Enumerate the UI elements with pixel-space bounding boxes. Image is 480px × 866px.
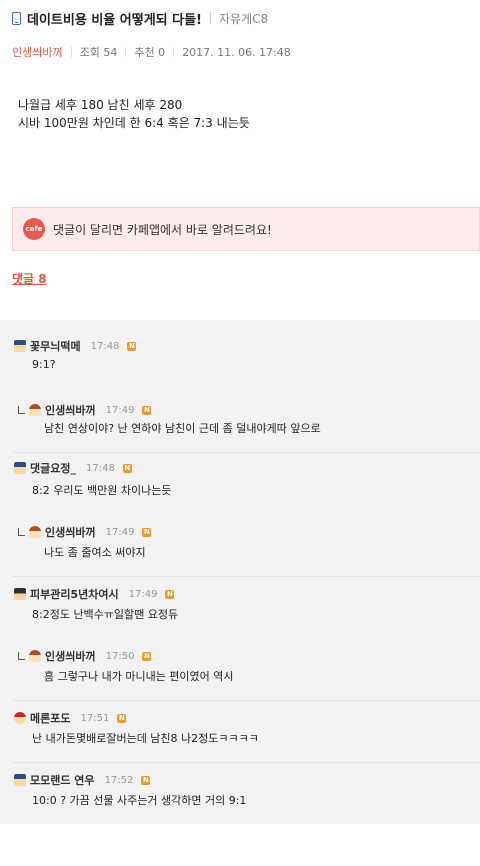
view-count: 조회 54 <box>79 46 118 59</box>
comment-head: 댓글요정_ 17:48 N <box>14 460 132 476</box>
comments-count-link[interactable]: 댓글 8 <box>12 270 47 287</box>
comment-nick[interactable]: 인생씌바꺼 <box>45 648 96 664</box>
reply-arrow-icon <box>18 652 25 660</box>
post-author[interactable]: 인생씌바꺼 <box>12 44 63 60</box>
new-badge-icon: N <box>141 775 151 785</box>
new-badge-icon: N <box>142 527 152 537</box>
avatar-icon <box>14 340 26 352</box>
like-count: 추천 0 <box>134 46 166 59</box>
comment-list: 꽃무늬떡메 17:48 N 9:1? 인생씌바꺼 17:49 N 남친 연상이야… <box>0 320 480 824</box>
post-body-line: 시바 100만원 차인데 한 6:4 혹은 7:3 내는듯 <box>18 116 250 130</box>
comment-text: 8:2 우리도 백만원 차이나는듯 <box>32 484 172 497</box>
post-body: 나월급 세후 180 남친 세후 280 시바 100만원 차인데 한 6:4 … <box>18 96 250 132</box>
comment-time: 17:48 <box>85 462 115 474</box>
cafe-logo-icon: cafe <box>23 218 45 240</box>
comment-nick[interactable]: 메론포도 <box>30 710 70 726</box>
avatar-icon <box>29 650 41 662</box>
avatar-icon <box>29 404 41 416</box>
divider <box>210 12 211 24</box>
mobile-icon <box>12 11 21 25</box>
divider <box>12 700 480 701</box>
comment-nick[interactable]: 피부관리5년차여시 <box>30 586 119 602</box>
comment-nick[interactable]: 댓글요정_ <box>30 460 76 476</box>
comment-time: 17:51 <box>80 712 110 724</box>
new-badge-icon: N <box>117 713 127 723</box>
comment-head: 인생씌바꺼 17:49 N <box>18 524 152 540</box>
comment-nick[interactable]: 모모랜드 연우 <box>30 772 95 788</box>
reply-arrow-icon <box>18 406 25 414</box>
comment-text: 난 내가돈몇배로잘버는데 남친8 나2정도ㅋㅋㅋㅋ <box>32 732 259 745</box>
avatar-icon <box>14 774 26 786</box>
divider <box>125 47 127 57</box>
comment-text: 9:1? <box>32 358 56 371</box>
new-badge-icon: N <box>142 651 152 661</box>
avatar-icon <box>29 526 41 538</box>
divider <box>70 47 72 57</box>
divider <box>12 576 480 577</box>
comment-head: 피부관리5년차여시 17:49 N <box>14 586 175 602</box>
post-datetime: 2017. 11. 06. 17:48 <box>182 45 291 59</box>
avatar-icon <box>14 462 26 474</box>
comment-nick[interactable]: 인생씌바꺼 <box>45 402 96 418</box>
comment-head: 인생씌바꺼 17:49 N <box>18 402 152 418</box>
app-notify-banner[interactable]: cafe 댓글이 달리면 카페앱에서 바로 알려드려요! <box>12 207 480 251</box>
comment-text: 남친 연상이야? 난 연하야 남친이 근데 좀 덜내야게따 앞으로 <box>44 422 321 435</box>
comment-time: 17:48 <box>90 340 120 352</box>
comment-time: 17:49 <box>105 404 135 416</box>
post-meta: 인생씌바꺼 조회 54 추천 0 2017. 11. 06. 17:48 <box>12 44 291 60</box>
comment-time: 17:52 <box>104 774 134 786</box>
new-badge-icon: N <box>165 589 175 599</box>
comment-text: 8:2정도 난백수ㅠ일할땐 요정듀 <box>32 608 179 621</box>
divider <box>173 47 175 57</box>
new-badge-icon: N <box>127 341 137 351</box>
comment-text: 10:0 ? 가끔 선물 사주는거 생각하면 거의 9:1 <box>32 794 247 807</box>
comment-head: 모모랜드 연우 17:52 N <box>14 772 151 788</box>
avatar-icon <box>14 588 26 600</box>
comment-time: 17:49 <box>105 526 135 538</box>
post-body-line: 나월급 세후 180 남친 세후 280 <box>18 98 183 112</box>
comment-nick[interactable]: 꽃무늬떡메 <box>30 338 81 354</box>
comment-nick[interactable]: 인생씌바꺼 <box>45 524 96 540</box>
comment-time: 17:49 <box>128 588 158 600</box>
comment-text: 흠 그렇구나 내가 마니내는 편이였어 역시 <box>44 670 234 683</box>
comment-head: 인생씌바꺼 17:50 N <box>18 648 152 664</box>
board-name[interactable]: 자유게C8 <box>219 10 268 27</box>
comment-head: 꽃무늬떡메 17:48 N <box>14 338 137 354</box>
banner-text: 댓글이 달리면 카페앱에서 바로 알려드려요! <box>53 222 272 237</box>
new-badge-icon: N <box>122 463 132 473</box>
reply-arrow-icon <box>18 528 25 536</box>
comment-head: 메론포도 17:51 N <box>14 710 127 726</box>
divider <box>12 452 480 453</box>
post-title-bar: 데이트비용 비율 어떻게되 다들! 자유게C8 <box>0 0 480 36</box>
avatar-icon <box>14 712 26 724</box>
new-badge-icon: N <box>142 405 152 415</box>
comment-text: 나도 좀 줄여소 써야지 <box>44 546 146 559</box>
divider <box>12 762 480 763</box>
post-title[interactable]: 데이트비용 비율 어떻게되 다들! <box>27 9 202 28</box>
comment-time: 17:50 <box>105 650 135 662</box>
